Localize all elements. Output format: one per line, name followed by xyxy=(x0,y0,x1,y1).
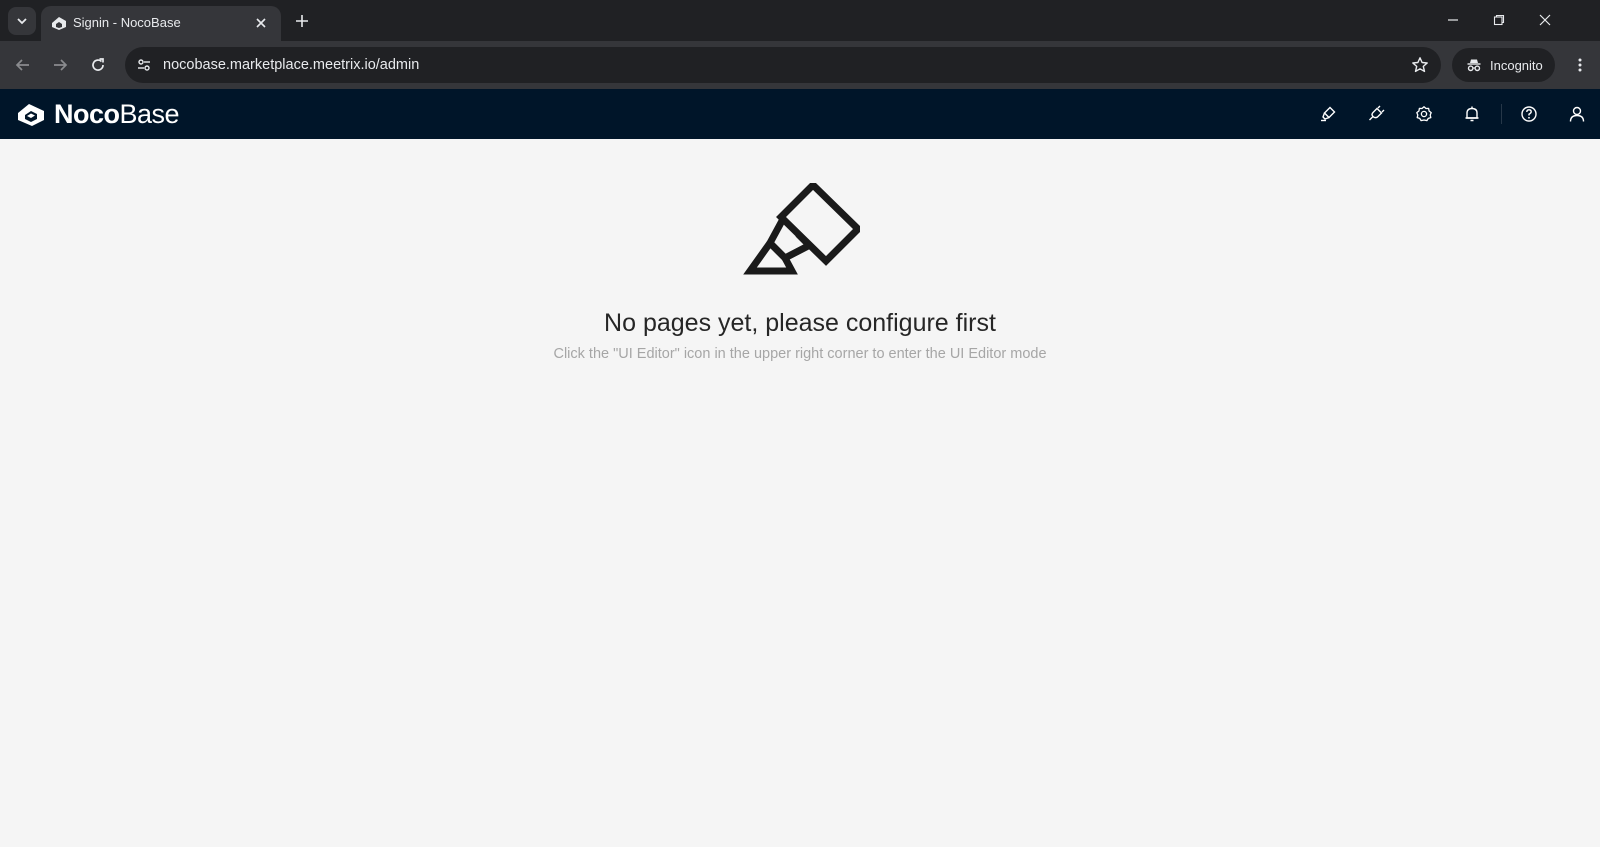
tab-close-button[interactable] xyxy=(251,13,271,33)
plus-icon xyxy=(296,15,308,27)
header-divider xyxy=(1501,104,1502,124)
reload-button[interactable] xyxy=(84,51,112,79)
browser-menu-button[interactable] xyxy=(1566,51,1594,79)
empty-state-description: Click the "UI Editor" icon in the upper … xyxy=(553,346,1047,362)
nocobase-favicon-icon xyxy=(52,17,66,30)
restore-button[interactable] xyxy=(1476,0,1522,40)
browser-toolbar: nocobase.marketplace.meetrix.io/admin In… xyxy=(0,41,1600,89)
help-button[interactable] xyxy=(1518,103,1540,125)
plugin-manager-button[interactable] xyxy=(1365,103,1387,125)
tab-search-button[interactable] xyxy=(8,7,36,35)
reload-icon xyxy=(92,58,104,71)
chevron-down-icon xyxy=(17,18,27,25)
help-icon xyxy=(1521,106,1537,122)
settings-icon xyxy=(1416,106,1432,122)
ui-editor-button[interactable] xyxy=(1317,103,1339,125)
user-icon xyxy=(1569,106,1585,122)
bell-icon xyxy=(1465,106,1479,122)
highlight-icon xyxy=(1321,106,1336,122)
settings-button[interactable] xyxy=(1413,103,1435,125)
minimize-button[interactable] xyxy=(1430,0,1476,40)
back-button[interactable] xyxy=(9,51,37,79)
incognito-label: Incognito xyxy=(1490,57,1543,73)
logo-text-base: Base xyxy=(119,98,180,129)
site-info-button[interactable] xyxy=(131,52,157,78)
highlight-marker-icon xyxy=(743,183,860,275)
browser-tab[interactable]: Signin - NocoBase xyxy=(41,6,281,41)
minimize-icon xyxy=(1448,19,1458,21)
tune-icon xyxy=(138,59,150,71)
star-icon xyxy=(1412,57,1428,73)
nocobase-logo-icon xyxy=(18,104,44,126)
arrow-right-icon xyxy=(54,59,68,71)
incognito-indicator[interactable]: Incognito xyxy=(1452,48,1555,82)
app-logo[interactable]: NocoBase xyxy=(16,98,180,130)
new-tab-button[interactable] xyxy=(290,9,314,33)
restore-icon xyxy=(1493,14,1505,26)
main-content: No pages yet, please configure first Cli… xyxy=(0,139,1600,847)
forward-button[interactable] xyxy=(46,51,74,79)
user-menu-button[interactable] xyxy=(1566,103,1588,125)
empty-state-title: No pages yet, please configure first xyxy=(604,309,996,337)
close-icon xyxy=(256,18,266,28)
address-bar[interactable]: nocobase.marketplace.meetrix.io/admin xyxy=(125,47,1441,83)
browser-tab-strip: Signin - NocoBase xyxy=(0,0,1600,41)
plugin-icon xyxy=(1369,105,1385,121)
logo-text: NocoBase xyxy=(54,98,180,130)
close-icon xyxy=(1539,14,1551,26)
notifications-button[interactable] xyxy=(1461,103,1483,125)
arrow-left-icon xyxy=(15,59,29,71)
app-header: NocoBase xyxy=(0,89,1600,139)
bookmark-button[interactable] xyxy=(1409,54,1431,76)
tab-title: Signin - NocoBase xyxy=(73,15,181,30)
incognito-icon xyxy=(1467,59,1481,72)
more-vertical-icon xyxy=(1578,58,1582,72)
url-text: nocobase.marketplace.meetrix.io/admin xyxy=(163,57,420,73)
logo-text-noco: Noco xyxy=(54,98,120,129)
window-close-button[interactable] xyxy=(1522,0,1568,40)
